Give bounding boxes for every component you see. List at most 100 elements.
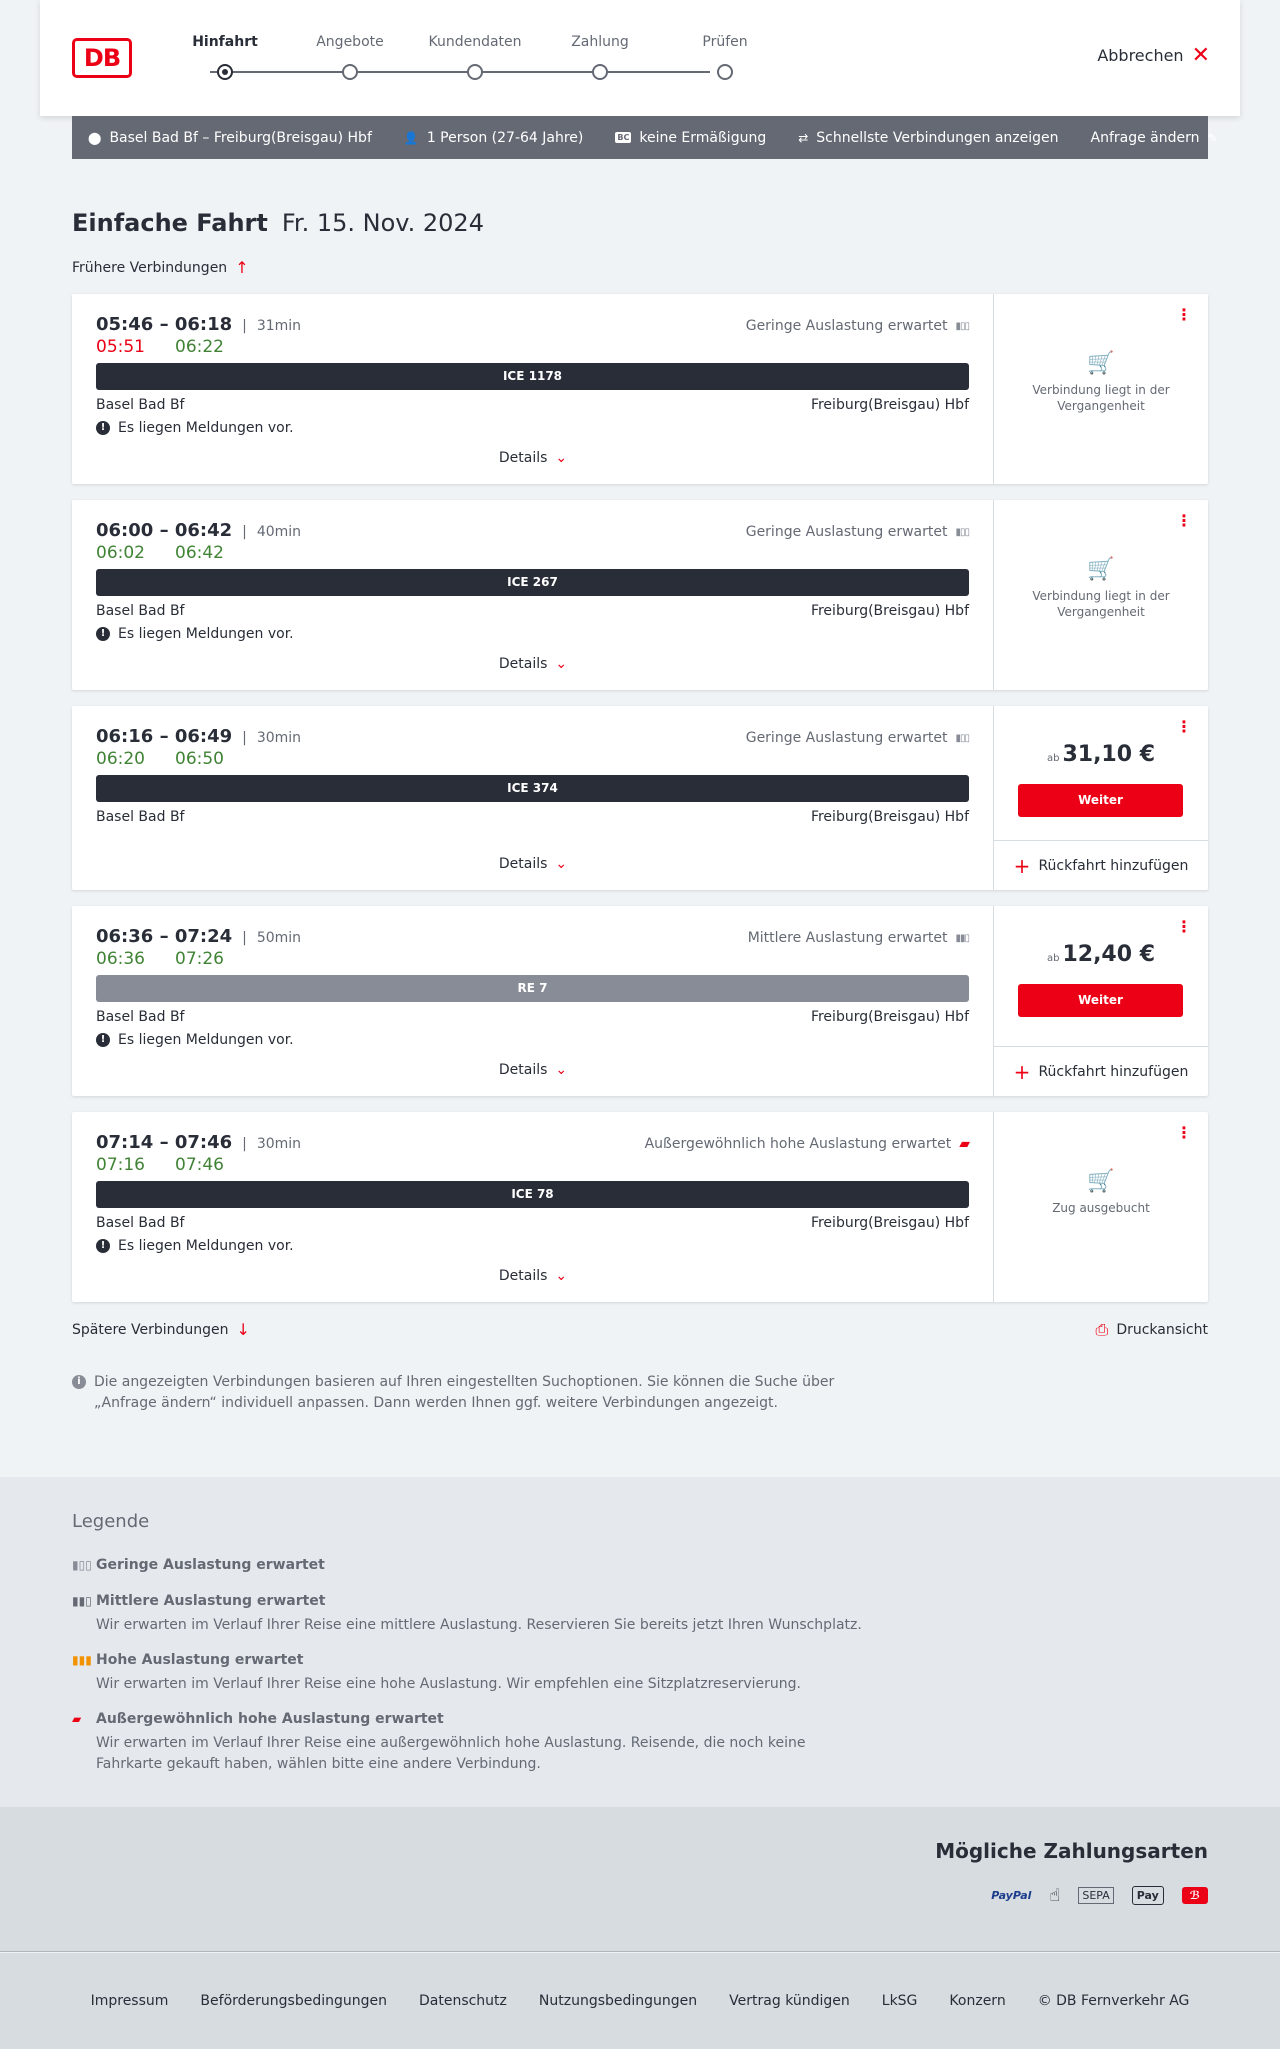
low-load-icon: ▮▯▯ bbox=[955, 526, 969, 538]
details-toggle[interactable]: Details ⌄ bbox=[72, 856, 994, 872]
details-toggle[interactable]: Details ⌄ bbox=[72, 450, 994, 466]
cart-unavailable-icon: 🛒 bbox=[1087, 557, 1115, 582]
planned-times: 07:14 – 07:46 bbox=[96, 1132, 233, 1153]
train-bar[interactable]: ICE 374 bbox=[96, 775, 969, 802]
step-zahlung[interactable]: Zahlung bbox=[545, 34, 655, 80]
earlier-connections-link[interactable]: Frühere Verbindungen ↑ bbox=[72, 258, 249, 277]
details-toggle[interactable]: Details ⌄ bbox=[72, 1268, 994, 1284]
continue-button[interactable]: Weiter bbox=[1018, 984, 1183, 1017]
arrow-up-icon: ↑ bbox=[235, 258, 249, 277]
message-notice: ! Es liegen Meldungen vor. bbox=[96, 1032, 969, 1048]
payment-icons: PayPal ☝ SEPA Pay ℬ bbox=[991, 1885, 1208, 1906]
pencil-icon: ✎ bbox=[1207, 130, 1218, 145]
page-title: Einfache Fahrt Fr. 15. Nov. 2024 bbox=[72, 209, 484, 237]
duration: 50min bbox=[256, 930, 302, 946]
more-menu-icon[interactable]: ⋮ bbox=[1176, 1125, 1192, 1141]
continue-button[interactable]: Weiter bbox=[1018, 784, 1183, 817]
load-indicator: Geringe Auslastung erwartet ▮▯▯ bbox=[745, 524, 970, 540]
step-kundendaten[interactable]: Kundendaten bbox=[420, 34, 530, 80]
duration: 30min bbox=[256, 730, 302, 746]
message-notice: ! Es liegen Meldungen vor. bbox=[96, 626, 969, 642]
step-dot bbox=[342, 64, 358, 80]
details-toggle[interactable]: Details ⌄ bbox=[72, 656, 994, 672]
load-indicator: Geringe Auslastung erwartet ▮▯▯ bbox=[745, 318, 970, 334]
train-bar[interactable]: ICE 267 bbox=[96, 569, 969, 596]
connection-offer: ⋮ 🛒 Verbindung liegt in der Vergangenheit bbox=[994, 294, 1208, 484]
duration: 40min bbox=[256, 524, 302, 540]
cart-unavailable-icon: 🛒 bbox=[1087, 351, 1115, 376]
step-angebote[interactable]: Angebote bbox=[295, 34, 405, 80]
paypal-icon: PayPal bbox=[991, 1889, 1032, 1902]
connection-main: 07:14 – 07:46 | 30min Außergewöhnlich hohe… bbox=[72, 1112, 994, 1302]
discount-summary: BC keine Ermäßigung bbox=[615, 129, 767, 146]
train-bar[interactable]: ICE 78 bbox=[96, 1181, 969, 1208]
planned-times: 06:00 – 06:42 bbox=[96, 520, 233, 541]
print-view-link[interactable]: ⎙ Druckansicht bbox=[1096, 1320, 1208, 1340]
details-toggle[interactable]: Details ⌄ bbox=[72, 1062, 994, 1078]
legend-item-high: ▮▮▮ Hohe Auslastung erwartet Wir erwarten… bbox=[72, 1652, 801, 1692]
price: ab 12,40 € bbox=[1046, 942, 1156, 967]
legend-item-low: ▮▯▯ Geringe Auslastung erwartet bbox=[72, 1557, 325, 1573]
footer-link-konzern[interactable]: Konzern bbox=[949, 1993, 1005, 2009]
close-icon: ✕ bbox=[1191, 42, 1210, 68]
connection-offer: ⋮ 🛒 Zug ausgebucht bbox=[994, 1112, 1208, 1302]
change-request-button[interactable]: Anfrage ändern ✎ bbox=[1091, 130, 1218, 146]
persons-summary: 👤 1 Person (27-64 Jahre) bbox=[403, 129, 584, 146]
train-bar[interactable]: ICE 1178 bbox=[96, 363, 969, 390]
load-indicator: Mittlere Auslastung erwartet ▮▮▯ bbox=[747, 930, 970, 946]
cancel-button[interactable]: Abbrechen ✕ bbox=[1097, 42, 1210, 68]
legend-title: Legende bbox=[72, 1511, 150, 1532]
duration: 30min bbox=[256, 1136, 302, 1152]
add-return-button[interactable]: + Rückfahrt hinzufügen bbox=[994, 840, 1208, 890]
step-hinfahrt[interactable]: Hinfahrt bbox=[170, 34, 280, 80]
realtime-times: 06:36 07:26 bbox=[96, 949, 224, 969]
plus-icon: + bbox=[1013, 1059, 1031, 1084]
more-menu-icon[interactable]: ⋮ bbox=[1176, 307, 1192, 323]
footer-link-impressum[interactable]: Impressum bbox=[91, 1993, 169, 2009]
train-bar[interactable]: RE 7 bbox=[96, 975, 969, 1002]
load-indicator: Außergewöhnlich hohe Auslastung erwartet… bbox=[644, 1136, 970, 1152]
step-pruefen[interactable]: Prüfen bbox=[670, 34, 780, 80]
credit-card-icon: ☝ bbox=[1049, 1885, 1061, 1906]
footer-link-lksg[interactable]: LkSG bbox=[882, 1993, 918, 2009]
alert-icon: ! bbox=[96, 1033, 110, 1047]
footer-link-befoerderungsbedingungen[interactable]: Beförderungsbedingungen bbox=[200, 1993, 387, 2009]
apple-pay-icon: Pay bbox=[1131, 1886, 1164, 1905]
add-return-button[interactable]: + Rückfahrt hinzufügen bbox=[994, 1046, 1208, 1096]
planned-times: 05:46 – 06:18 bbox=[96, 314, 233, 335]
connection-card: 05:46 – 06:18 | 31min Geringe Auslastung e… bbox=[72, 294, 1208, 484]
db-pay-icon: ℬ bbox=[1181, 1887, 1208, 1904]
duration: 31min bbox=[256, 318, 302, 334]
stations: Basel Bad Bf Freiburg(Breisgau) Hbf bbox=[96, 397, 969, 413]
connection-offer: ⋮ ab 12,40 € Weiter + Rückfahrt hinzufügen bbox=[994, 906, 1208, 1096]
fastest-connections-toggle[interactable]: ⇄ Schnellste Verbindungen anzeigen bbox=[798, 130, 1058, 146]
medium-load-icon: ▮▮▯ bbox=[955, 932, 969, 944]
more-menu-icon[interactable]: ⋮ bbox=[1176, 919, 1192, 935]
db-logo[interactable]: DB bbox=[72, 38, 132, 78]
step-dot bbox=[217, 64, 233, 80]
planned-times: 06:36 – 07:24 bbox=[96, 926, 233, 947]
sold-out-status: 🛒 Zug ausgebucht bbox=[994, 1171, 1208, 1216]
realtime-times: 06:02 06:42 bbox=[96, 543, 224, 563]
route-summary: ⬤ Basel Bad Bf – Freiburg(Breisgau) Hbf bbox=[88, 129, 372, 146]
footer-link-vertrag-kuendigen[interactable]: Vertrag kündigen bbox=[729, 1993, 850, 2009]
more-menu-icon[interactable]: ⋮ bbox=[1176, 513, 1192, 529]
realtime-times: 07:16 07:46 bbox=[96, 1155, 224, 1175]
sepa-icon: SEPA bbox=[1078, 1887, 1114, 1904]
chevron-down-icon: ⌄ bbox=[555, 1062, 568, 1078]
bahncard-icon: BC bbox=[615, 132, 632, 143]
chevron-down-icon: ⌄ bbox=[555, 1268, 568, 1284]
more-menu-icon[interactable]: ⋮ bbox=[1176, 719, 1192, 735]
message-notice: ! Es liegen Meldungen vor. bbox=[96, 1238, 969, 1254]
footer-link-datenschutz[interactable]: Datenschutz bbox=[419, 1993, 507, 2009]
legend-item-medium: ▮▮▯ Mittlere Auslastung erwartet Wir erwa… bbox=[72, 1593, 862, 1633]
connection-main: 06:36 – 07:24 | 50min Mittlere Auslastung … bbox=[72, 906, 994, 1096]
footer: Impressum Beförderungsbedingungen Datens… bbox=[0, 1953, 1280, 2049]
alert-icon: ! bbox=[96, 627, 110, 641]
very-high-load-icon: ▰ bbox=[72, 1712, 82, 1726]
price: ab 31,10 € bbox=[1046, 742, 1156, 767]
planned-times: 06:16 – 06:49 bbox=[96, 726, 233, 747]
later-connections-link[interactable]: Spätere Verbindungen ↓ bbox=[72, 1320, 250, 1339]
footer-link-nutzungsbedingungen[interactable]: Nutzungsbedingungen bbox=[539, 1993, 697, 2009]
connection-main: 05:46 – 06:18 | 31min Geringe Auslastung e… bbox=[72, 294, 994, 484]
